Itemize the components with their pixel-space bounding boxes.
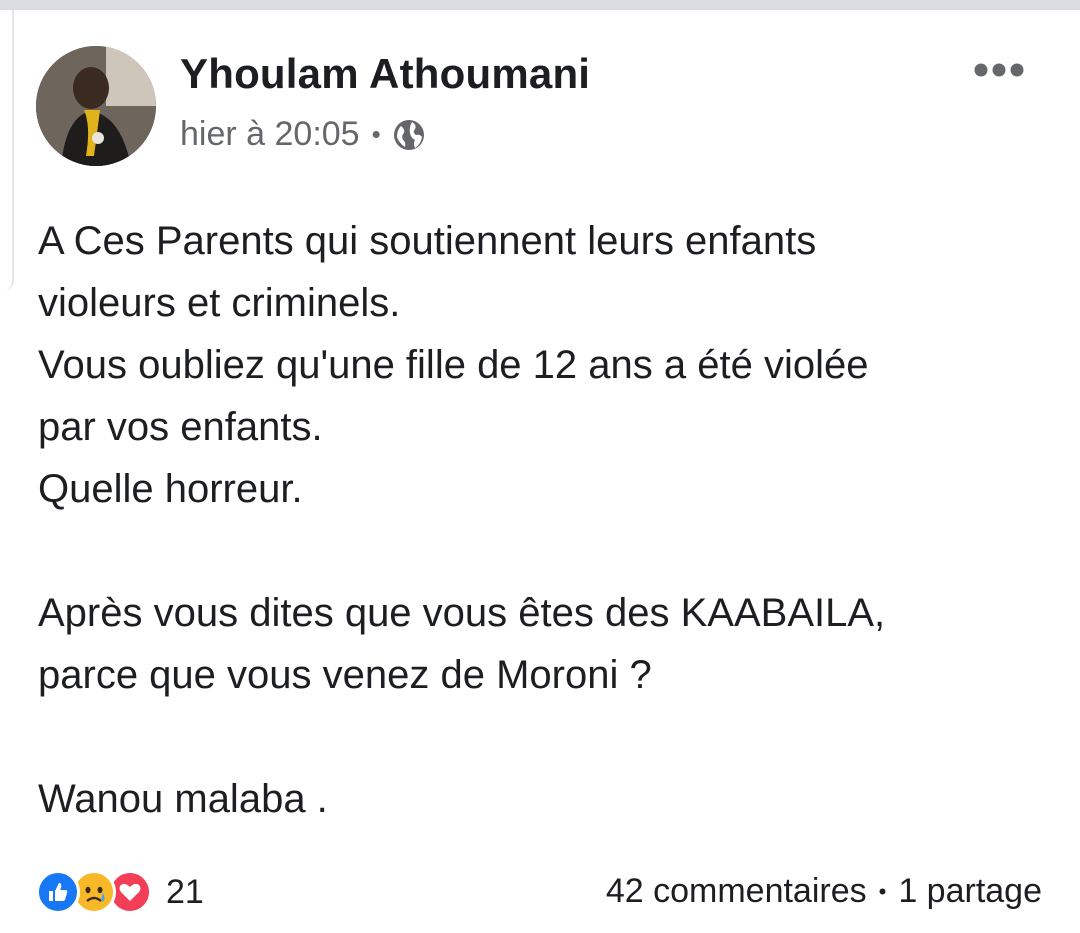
post-line-break	[38, 520, 1048, 582]
post-line: parce que vous venez de Moroni ?	[38, 653, 652, 697]
meta-separator: •	[371, 119, 381, 149]
post-line: violeurs et criminels.	[38, 281, 401, 325]
more-options-button[interactable]	[972, 58, 1026, 82]
more-horizontal-icon	[974, 63, 1024, 77]
avatar[interactable]	[36, 46, 156, 166]
comments-link[interactable]: 42 commentaires	[606, 872, 867, 911]
post-line: Vous oubliez qu'une fille de 12 ans a ét…	[38, 343, 869, 387]
left-panel-edge	[0, 10, 14, 290]
post-meta: hier à 20:05 •	[180, 115, 427, 154]
globe-icon[interactable]	[391, 117, 427, 153]
engagement-stats: 42 commentaires • 1 partage	[606, 872, 1042, 911]
post-timestamp[interactable]: hier à 20:05	[180, 115, 360, 154]
stats-separator: •	[878, 878, 887, 904]
post-line: A Ces Parents qui soutiennent leurs enfa…	[38, 219, 817, 263]
post-body: A Ces Parents qui soutiennent leurs enfa…	[38, 210, 1048, 830]
like-icon	[36, 870, 80, 914]
reaction-count: 21	[166, 872, 204, 911]
post-line-break	[38, 706, 1048, 768]
reactions-summary[interactable]: 21	[36, 870, 204, 914]
post-line: Après vous dites que vous êtes des KAABA…	[38, 591, 886, 635]
post-line: Quelle horreur.	[38, 467, 303, 511]
post-line: par vos enfants.	[38, 405, 323, 449]
post-line: Wanou malaba .	[38, 777, 328, 821]
avatar-photo	[36, 46, 156, 166]
shares-link[interactable]: 1 partage	[898, 872, 1042, 911]
top-divider	[0, 0, 1080, 10]
author-name[interactable]: Yhoulam Athoumani	[180, 50, 590, 98]
